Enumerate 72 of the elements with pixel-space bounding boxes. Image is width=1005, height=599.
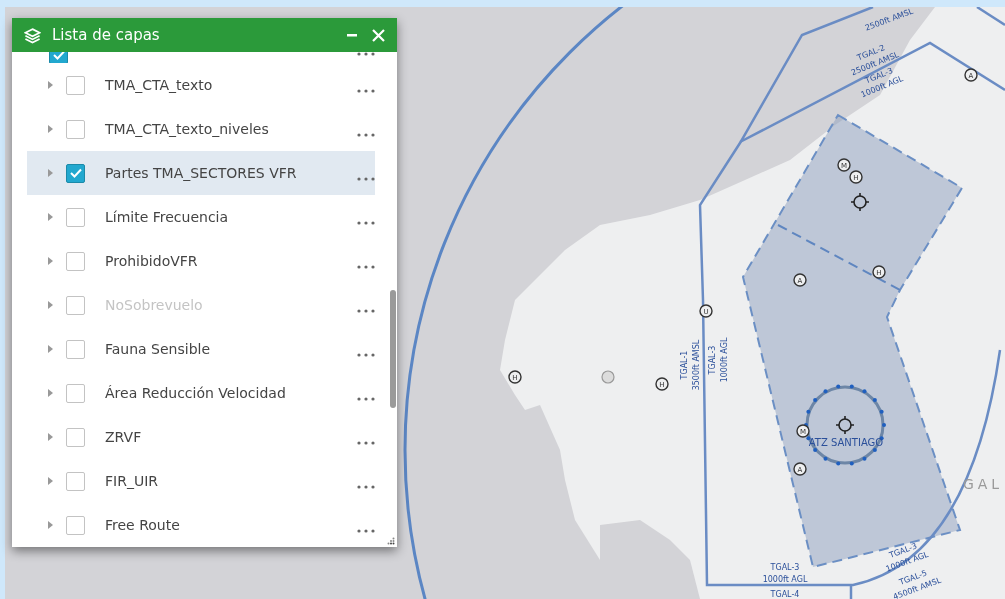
layers-icon [24,26,41,44]
layer-name: TMA_CTA_texto_niveles [105,119,270,139]
layer-name: ZRVF [105,427,143,447]
more-icon[interactable] [357,89,375,93]
layer-checkbox[interactable] [66,251,85,271]
more-icon[interactable] [357,353,375,357]
expand-arrow-icon[interactable] [48,125,53,133]
more-icon[interactable] [357,441,375,445]
layer-checkbox[interactable] [66,207,85,227]
more-icon[interactable] [357,265,375,269]
layer-checkbox[interactable] [66,75,85,95]
expand-arrow-icon[interactable] [48,433,53,441]
layer-checkbox[interactable] [66,163,85,183]
map-label: TGAL-1 [680,350,689,380]
layer-name: ProhibidoVFR [105,251,199,271]
region-label: GAL [962,476,1004,492]
layer-name: Área Reducción Velocidad [105,383,287,403]
expand-arrow-icon[interactable] [48,345,53,353]
more-icon[interactable] [357,177,375,181]
map-label: 1000ft AGL [762,575,808,584]
resize-grip-icon[interactable] [387,537,395,545]
layer-row[interactable]: TMA_CTA_texto [27,63,375,107]
layer-row[interactable]: ZRVF [27,415,375,459]
check-icon [52,52,65,60]
layer-row[interactable]: ProhibidoVFR [27,239,375,283]
layer-name: TMA_CTA_texto [105,75,214,95]
layer-checkbox[interactable] [66,471,85,491]
map-label: 3500ft AMSL [692,339,701,391]
panel-title: Lista de capas [52,24,161,46]
layer-name: Partes TMA_SECTORES VFR [105,163,298,183]
layer-checkbox[interactable] [66,119,85,139]
map-label: ATZ SANTIAGO [808,437,884,448]
expand-arrow-icon[interactable] [48,81,53,89]
layer-row[interactable]: Límite Frecuencia [27,195,375,239]
layer-checkbox[interactable] [66,427,85,447]
expand-arrow-icon[interactable] [48,477,53,485]
map-label: TGAL-4 [770,590,800,599]
more-icon[interactable] [357,221,375,225]
expand-arrow-icon[interactable] [48,257,53,265]
map-label: 1000ft AGL [720,337,729,383]
more-icon[interactable] [357,133,375,137]
crosshair-icon [835,415,855,435]
layer-name: FIR_UIR [105,471,159,491]
layer-name: Límite Frecuencia [105,207,230,227]
layer-checkbox[interactable] [66,383,85,403]
more-icon[interactable] [357,52,375,56]
layer-row[interactable]: Área Reducción Velocidad [27,371,375,415]
layer-name: NoSobrevuelo [105,295,204,315]
layer-row[interactable]: TMA_CTA_texto_niveles [27,107,375,151]
expand-arrow-icon[interactable] [48,169,53,177]
more-icon[interactable] [357,529,375,533]
layer-checkbox[interactable] [66,515,85,535]
more-icon[interactable] [357,485,375,489]
map-label: TGAL-3 [708,345,717,375]
expand-arrow-icon[interactable] [48,389,53,397]
layer-row[interactable]: Partes TMA_SECTORES VFR [27,151,375,195]
expand-arrow-icon[interactable] [48,213,53,221]
crosshair-icon [850,192,870,212]
map-label: TGAL-3 [770,563,800,572]
layer-row[interactable]: Free Route [27,503,375,547]
layer-name: Free Route [105,515,181,535]
layer-checkbox[interactable] [66,339,85,359]
layer-row[interactable]: Fauna Sensible [27,327,375,371]
minimize-icon[interactable] [347,33,357,37]
layer-name: Fauna Sensible [105,339,212,359]
expand-arrow-icon[interactable] [48,521,53,529]
check-icon [69,168,82,178]
layer-row[interactable]: FIR_UIR [27,459,375,503]
more-icon[interactable] [357,397,375,401]
scrollbar-thumb[interactable] [390,290,396,408]
location-marker [601,370,615,384]
close-icon[interactable] [372,28,385,42]
